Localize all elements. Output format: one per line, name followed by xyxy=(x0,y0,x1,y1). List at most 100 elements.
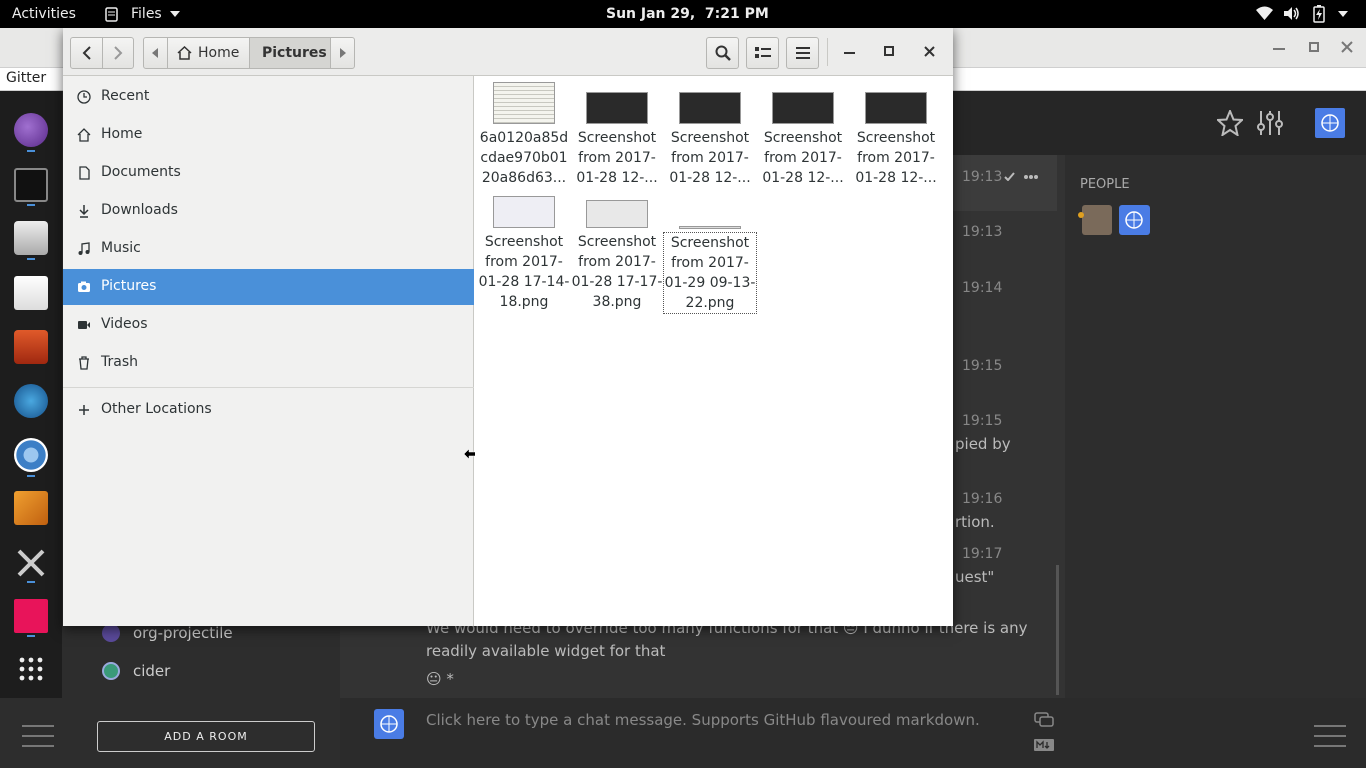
gitter-app-icon[interactable] xyxy=(14,599,48,633)
menu-button[interactable] xyxy=(786,37,819,69)
gitter-people-panel: PEOPLE xyxy=(1065,155,1366,698)
sidebar-item-home[interactable]: Home xyxy=(63,117,474,153)
go-back-icon xyxy=(82,46,91,60)
sidebar-item-label: Downloads xyxy=(101,202,178,218)
person-avatar[interactable] xyxy=(1082,205,1112,235)
message-time: 19:17 xyxy=(962,546,1003,562)
gnome-shell-icon[interactable] xyxy=(14,384,48,418)
sidebar-item-trash[interactable]: Trash xyxy=(63,345,474,381)
path-scroll-right[interactable] xyxy=(330,38,355,68)
camera-icon xyxy=(78,281,90,292)
room-label: cider xyxy=(133,662,171,680)
zotero-icon[interactable] xyxy=(14,330,48,364)
file-thumbnail xyxy=(679,92,741,124)
back-button[interactable] xyxy=(71,38,103,68)
room-label: org-projectile xyxy=(133,624,233,642)
star-icon[interactable] xyxy=(1217,110,1243,136)
settings-sliders-icon[interactable] xyxy=(1256,109,1284,137)
chat-bubbles-icon[interactable] xyxy=(1034,712,1054,728)
sidebar-item-music[interactable]: Music xyxy=(63,231,474,267)
battery-icon[interactable] xyxy=(1313,5,1325,23)
wifi-icon[interactable] xyxy=(1256,6,1273,21)
sidebar-item-downloads[interactable]: Downloads xyxy=(63,193,474,229)
maximize-icon[interactable] xyxy=(884,46,894,56)
message-time: 19:14 xyxy=(962,280,1003,296)
add-room-button[interactable]: ADD A ROOM xyxy=(97,721,315,752)
view-toggle-button[interactable] xyxy=(746,37,779,69)
search-icon xyxy=(715,45,731,61)
sidebar-item-pictures[interactable]: Pictures xyxy=(63,269,474,305)
message-time: 19:16 xyxy=(962,491,1003,507)
sidebar-item-label: Music xyxy=(101,240,141,256)
volume-icon[interactable] xyxy=(1283,6,1300,21)
show-apps-icon[interactable] xyxy=(14,652,48,686)
forward-button[interactable] xyxy=(103,38,134,68)
message-fragment: uest" xyxy=(955,568,995,586)
chromium-icon[interactable] xyxy=(14,438,48,472)
person-avatar[interactable] xyxy=(1119,205,1150,235)
emacs-icon[interactable] xyxy=(14,113,48,147)
separator xyxy=(827,38,828,66)
close-icon[interactable] xyxy=(1341,41,1353,53)
hamburger-icon[interactable] xyxy=(1314,724,1346,748)
file-item[interactable]: Screenshot from 2017-01-28 12-... xyxy=(850,92,942,188)
sidebar-item-recent[interactable]: Recent xyxy=(63,79,474,115)
path-button-pictures[interactable]: Pictures xyxy=(250,38,330,68)
message-time: 19:15 xyxy=(962,358,1003,374)
file-item[interactable]: Screenshot from 2017-01-28 17-17-38.png xyxy=(571,200,663,312)
room-item[interactable]: cider xyxy=(100,659,330,687)
path-button-home[interactable]: Home xyxy=(168,38,250,68)
app-menu-label: Files xyxy=(131,6,162,22)
file-item-selected[interactable]: Screenshot from 2017-01-29 09-13-22.png xyxy=(663,226,757,314)
sidebar-item-documents[interactable]: Documents xyxy=(63,155,474,191)
running-indicator xyxy=(27,258,35,260)
minimize-icon[interactable] xyxy=(844,52,855,54)
clock[interactable]: Sun Jan 29, 7:21 PM xyxy=(606,0,769,28)
composer-input[interactable]: Click here to type a chat message. Suppo… xyxy=(426,711,980,729)
file-item[interactable]: Screenshot from 2017-01-28 12-... xyxy=(571,92,663,188)
gitter-menu-area xyxy=(0,698,76,768)
sidebar-item-videos[interactable]: Videos xyxy=(63,307,474,343)
activities-button[interactable]: Activities xyxy=(12,0,76,28)
file-thumbnail xyxy=(679,226,741,229)
system-menu-chevron-icon[interactable] xyxy=(1338,11,1348,17)
check-icon xyxy=(1004,172,1015,181)
text-editor-icon[interactable] xyxy=(14,276,48,310)
close-icon[interactable] xyxy=(924,46,935,57)
file-thumbnail xyxy=(493,196,555,228)
search-button[interactable] xyxy=(706,37,739,69)
tools-icon[interactable] xyxy=(14,546,48,580)
sidebar-item-label: Documents xyxy=(101,164,181,180)
chat-scrollbar[interactable] xyxy=(1056,565,1059,695)
terminal-icon[interactable] xyxy=(14,168,48,202)
app-menu[interactable]: Files xyxy=(104,0,184,28)
more-options-icon[interactable] xyxy=(1024,175,1038,179)
home-icon xyxy=(177,46,192,60)
sidebar-item-other-locations[interactable]: Other Locations xyxy=(63,392,474,428)
message-time: 19:13 xyxy=(962,224,1003,240)
sidebar-item-label: Pictures xyxy=(101,278,157,294)
package-icon[interactable] xyxy=(14,491,48,525)
file-item[interactable]: Screenshot from 2017-01-28 12-... xyxy=(664,92,756,188)
file-thumbnail xyxy=(493,82,555,124)
history-nav xyxy=(70,37,134,69)
maximize-icon[interactable] xyxy=(1309,42,1319,52)
trash-icon xyxy=(79,356,89,370)
minimize-icon[interactable] xyxy=(1273,48,1285,50)
room-avatar-un-icon[interactable] xyxy=(1315,108,1345,138)
room-avatar xyxy=(102,662,120,680)
file-item[interactable]: Screenshot from 2017-01-28 12-... xyxy=(757,92,849,188)
file-name: 6a0120a85d cdae970b01 20a86d63... xyxy=(479,130,569,186)
left-arrow-icon xyxy=(152,48,158,58)
running-indicator xyxy=(27,635,35,637)
markdown-icon[interactable] xyxy=(1034,739,1054,751)
file-item[interactable]: 6a0120a85d cdae970b01 20a86d63... xyxy=(478,82,570,188)
file-cabinet-icon[interactable] xyxy=(14,221,48,255)
file-name: Screenshot from 2017-01-28 12-... xyxy=(669,130,751,186)
path-scroll-left[interactable] xyxy=(144,38,168,68)
file-name: Screenshot from 2017-01-28 12-... xyxy=(762,130,844,186)
hamburger-icon[interactable] xyxy=(22,724,54,748)
browser-tab[interactable]: Gitter xyxy=(6,70,46,86)
file-item[interactable]: Screenshot from 2017-01-28 17-14-18.png xyxy=(478,196,570,312)
path-label: Home xyxy=(198,45,240,61)
